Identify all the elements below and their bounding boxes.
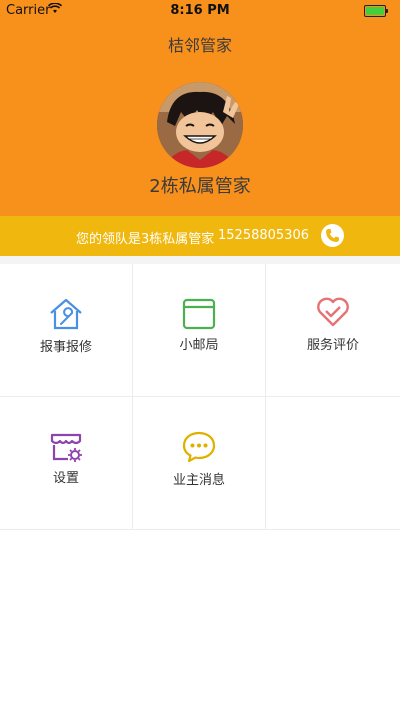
grid-item-owner-messages[interactable]: 业主消息 xyxy=(133,397,266,530)
leader-info-bar: 您的领队是3栋私属管家 15258805306 xyxy=(0,216,400,256)
battery-icon xyxy=(364,5,388,17)
grid-item-rating[interactable]: 服务评价 xyxy=(266,264,400,397)
grid-item-label: 小邮局 xyxy=(179,338,219,353)
avatar[interactable] xyxy=(157,82,243,168)
grid-item-post-office[interactable]: 小邮局 xyxy=(133,264,266,397)
grid-item-label: 设置 xyxy=(52,471,79,486)
leader-info-text: 您的领队是3栋私属管家 xyxy=(76,232,215,247)
grid-item-label: 服务评价 xyxy=(306,338,359,353)
call-button[interactable] xyxy=(321,224,344,247)
status-bar: Carrier 8:16 PM xyxy=(0,0,400,22)
mailbox-icon xyxy=(181,296,217,332)
grid-item-label: 业主消息 xyxy=(172,473,225,488)
clock: 8:16 PM xyxy=(170,3,230,18)
phone-icon xyxy=(326,229,339,242)
chat-bubble-icon xyxy=(181,429,217,465)
store-gear-icon xyxy=(48,429,84,465)
phone-number[interactable]: 15258805306 xyxy=(218,228,309,243)
heart-check-icon xyxy=(315,294,351,330)
grid-item-label: 报事报修 xyxy=(39,340,92,355)
service-grid: 报事报修 小邮局 服务评价 设置 业主消息 xyxy=(0,264,400,532)
separator xyxy=(0,256,400,264)
grid-item-empty xyxy=(266,397,400,530)
grid-item-settings[interactable]: 设置 xyxy=(0,397,133,530)
app-title: 桔邻管家 xyxy=(167,36,232,55)
house-wrench-icon xyxy=(48,296,84,332)
manager-name: 2栋私属管家 xyxy=(149,176,251,197)
profile-header: 桔邻管家 2栋私属管家 xyxy=(0,22,400,216)
grid-item-repair[interactable]: 报事报修 xyxy=(0,264,133,397)
